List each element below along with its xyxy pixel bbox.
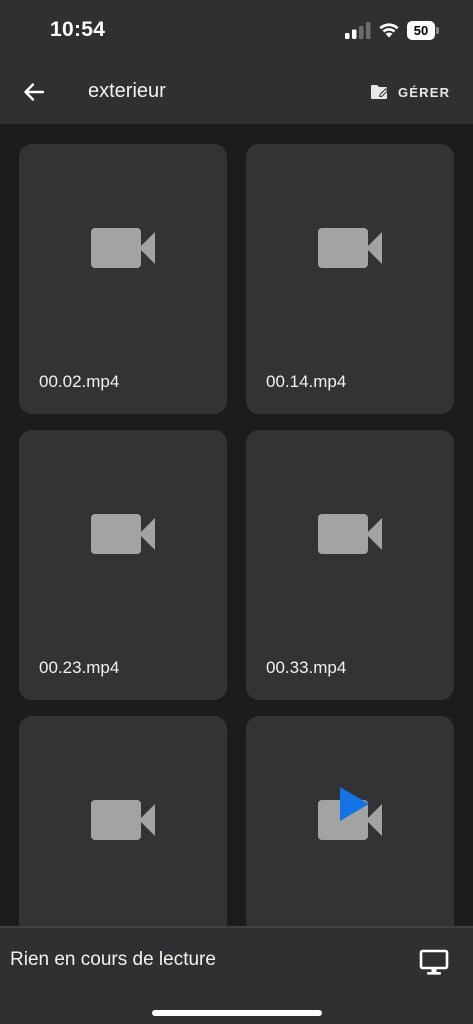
cast-button[interactable] — [417, 946, 451, 980]
file-tile[interactable] — [19, 716, 227, 926]
monitor-icon — [419, 949, 449, 975]
file-tile[interactable]: 00.33.mp4 — [246, 430, 454, 700]
video-camera-icon — [318, 228, 382, 268]
battery-indicator: 50 — [407, 21, 439, 40]
file-grid: 00.02.mp4 00.14.mp4 00.23.mp4 00.33.mp4 — [0, 124, 473, 926]
home-indicator[interactable] — [152, 1010, 322, 1016]
video-camera-icon — [91, 228, 155, 268]
video-camera-icon — [318, 514, 382, 554]
video-camera-icon — [91, 514, 155, 554]
file-tile[interactable]: 00.23.mp4 — [19, 430, 227, 700]
arrow-left-icon — [24, 83, 45, 101]
battery-level: 50 — [413, 23, 429, 38]
file-tile[interactable]: 00.02.mp4 — [19, 144, 227, 414]
app-bar: exterieur GÉRER — [0, 60, 473, 124]
manage-label: GÉRER — [398, 84, 451, 100]
page-title: exterieur — [88, 80, 166, 102]
status-time: 10:54 — [50, 18, 106, 41]
back-button[interactable] — [16, 74, 52, 110]
manage-button[interactable]: GÉRER — [370, 78, 450, 106]
file-tile[interactable]: 00.14.mp4 — [246, 144, 454, 414]
file-tile[interactable] — [246, 716, 454, 926]
file-name: 00.33.mp4 — [266, 658, 347, 677]
video-camera-icon — [91, 800, 155, 840]
file-name: 00.23.mp4 — [39, 658, 120, 677]
file-name: 00.14.mp4 — [266, 372, 347, 391]
folder-edit-icon — [371, 85, 389, 99]
status-bar: 10:54 50 — [0, 0, 473, 60]
now-playing-text: Rien en cours de lecture — [10, 949, 216, 970]
play-icon — [340, 787, 369, 821]
now-playing-bar[interactable]: Rien en cours de lecture — [0, 926, 473, 1024]
wifi-icon — [379, 23, 399, 38]
file-name: 00.02.mp4 — [39, 372, 120, 391]
cellular-signal-icon — [345, 22, 371, 39]
battery-tip — [436, 27, 439, 34]
